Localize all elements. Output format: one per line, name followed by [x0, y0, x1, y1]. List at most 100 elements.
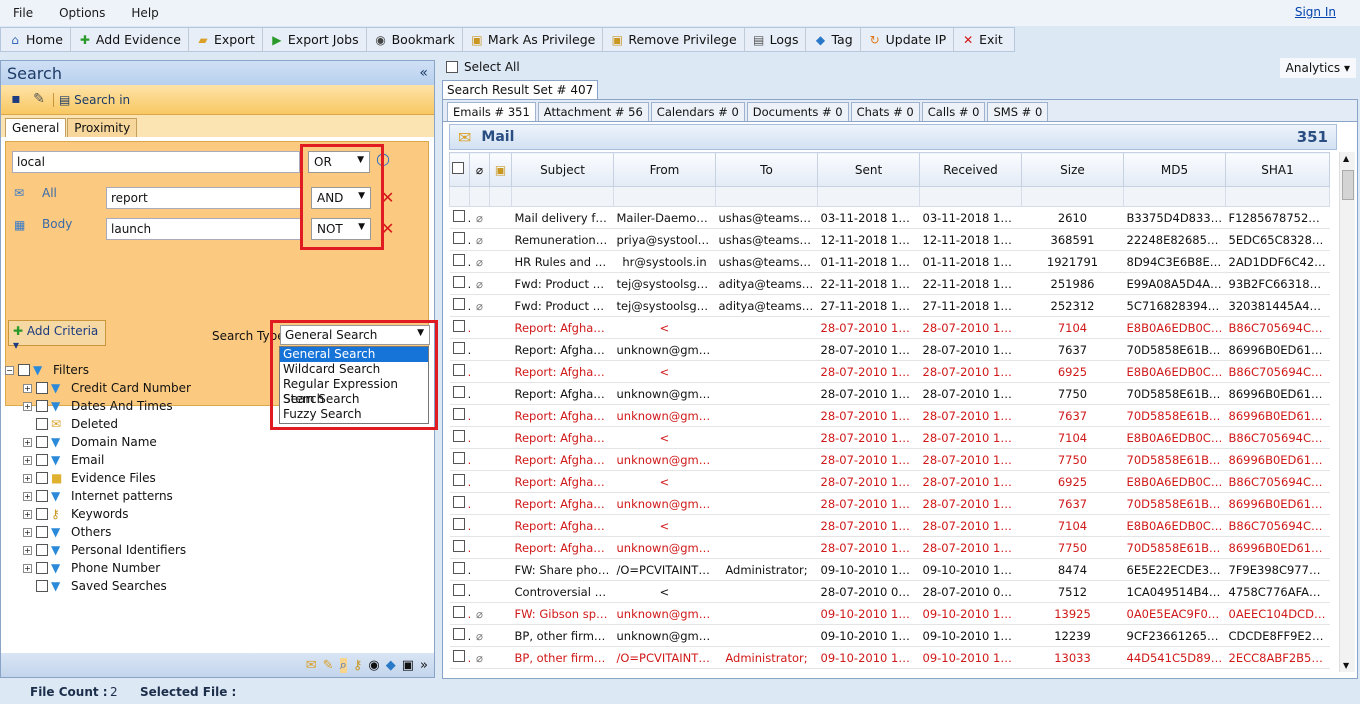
checkbox[interactable]	[452, 364, 465, 376]
table-row[interactable]: Controversial self...<28-07-2010 00:00:.…	[449, 580, 1330, 603]
expand-icon[interactable]: +	[23, 509, 32, 519]
checkbox[interactable]	[452, 518, 465, 530]
table-row[interactable]: ⌀ BP, other firms fa.../O=PCVITAINTER...A…	[449, 646, 1330, 669]
header-md5[interactable]: MD5	[1123, 152, 1226, 187]
header-size[interactable]: Size	[1021, 152, 1124, 187]
checkbox[interactable]	[452, 320, 465, 332]
search-icon[interactable]: ⌕	[339, 657, 347, 673]
checkbox[interactable]	[452, 162, 464, 174]
select-all-checkbox[interactable]	[446, 61, 458, 73]
checkbox[interactable]	[452, 606, 465, 618]
scroll-down-icon[interactable]: ▼	[1343, 661, 1349, 670]
checkbox[interactable]	[36, 562, 48, 574]
table-row[interactable]: Report: Afghan I... unknown@gmail... 28-07…	[449, 448, 1330, 471]
table-row[interactable]: ⌀ Fwd: Product Lau... tej@systoolsgrou... a…	[449, 272, 1330, 295]
add-evidence-button[interactable]: ✚ Add Evidence	[71, 28, 189, 51]
case-icon[interactable]: ▣	[402, 658, 414, 673]
collapse-icon[interactable]: −	[5, 365, 14, 375]
select-all[interactable]: Select All	[446, 60, 520, 74]
eraser-icon[interactable]: ✎	[30, 91, 48, 109]
menu-help[interactable]: Help	[118, 6, 171, 20]
tab-calls[interactable]: Calls # 0	[921, 102, 986, 121]
save-icon[interactable]: ▪	[7, 91, 25, 109]
header-received[interactable]: Received	[919, 152, 1022, 187]
tab-general[interactable]: General	[5, 118, 67, 137]
checkbox[interactable]	[36, 382, 48, 394]
checkbox[interactable]	[452, 342, 465, 354]
result-set-tab[interactable]: Search Result Set # 407	[442, 80, 599, 100]
search-in-button[interactable]: ▤ Search in	[53, 92, 130, 107]
checkbox[interactable]	[452, 650, 465, 662]
expand-icon[interactable]: +	[23, 527, 32, 537]
tab-emails[interactable]: Emails # 351	[447, 102, 536, 121]
checkbox[interactable]	[36, 526, 48, 538]
menu-options[interactable]: Options	[46, 6, 118, 20]
header-subject[interactable]: Subject	[511, 152, 614, 187]
tree-item-evidence-files[interactable]: + ■ Evidence Files	[23, 469, 449, 487]
query-input[interactable]: local	[12, 151, 300, 173]
table-row[interactable]: Report: Afghan I...<28-07-2010 16:09:...…	[449, 426, 1330, 449]
checkbox[interactable]	[452, 210, 465, 222]
tab-documents[interactable]: Documents # 0	[746, 102, 849, 121]
scroll-up-icon[interactable]: ▲	[1343, 154, 1349, 163]
tree-item-domain[interactable]: + ▼ Domain Name	[23, 433, 449, 451]
header-privilege[interactable]: ▣	[489, 152, 512, 187]
tree-item-email[interactable]: + ▼ Email	[23, 451, 449, 469]
header-to[interactable]: To	[715, 152, 818, 187]
checkbox[interactable]	[36, 580, 48, 592]
checkbox[interactable]	[452, 584, 465, 596]
tag-button[interactable]: ◆ Tag	[806, 28, 861, 51]
tree-item-keywords[interactable]: + ⚷ Keywords	[23, 505, 449, 523]
checkbox[interactable]	[452, 430, 465, 442]
checkbox[interactable]	[36, 508, 48, 520]
table-row[interactable]: Report: Afghan I...<28-07-2010 16:09:...…	[449, 360, 1330, 383]
collapse-button[interactable]: «	[419, 65, 428, 81]
checkbox[interactable]	[36, 400, 48, 412]
expand-icon[interactable]: +	[23, 473, 32, 483]
expand-icon[interactable]: +	[23, 545, 32, 555]
mark-privilege-button[interactable]: ▣ Mark As Privilege	[463, 28, 604, 51]
export-jobs-button[interactable]: ▶ Export Jobs	[263, 28, 367, 51]
table-row[interactable]: Report: Afghan I...<28-07-2010 16:09:...…	[449, 514, 1330, 537]
expand-icon[interactable]: +	[23, 401, 32, 411]
tree-item-personal[interactable]: + ▼ Personal Identifiers	[23, 541, 449, 559]
table-row[interactable]: Report: Afghan I... unknown@gmail... 28-07…	[449, 382, 1330, 405]
eye-icon[interactable]: ◉	[368, 658, 379, 673]
analytics-button[interactable]: Analytics ▾	[1279, 58, 1356, 78]
table-row[interactable]: Report: Afghan I... unknown@gmail... 28-07…	[449, 338, 1330, 361]
expand-icon[interactable]: +	[23, 455, 32, 465]
header-from[interactable]: From	[613, 152, 716, 187]
table-row[interactable]: ⌀ HR Rules and Re... hr@systools.in ushas@t…	[449, 250, 1330, 273]
expand-icon[interactable]: +	[23, 563, 32, 573]
table-row[interactable]: Report: Afghan I...<28-07-2010 16:09:...…	[449, 470, 1330, 493]
add-criteria-button[interactable]: ✚ Add Criteria ▾	[8, 320, 106, 352]
checkbox[interactable]	[452, 628, 465, 640]
exit-button[interactable]: ✕ Exit	[954, 28, 1010, 51]
tag-icon[interactable]: ◆	[386, 658, 396, 673]
table-row[interactable]: ⌀ FW: Gibson spea... unknown@gmail... 09-10…	[449, 602, 1330, 625]
menu-file[interactable]: File	[0, 6, 46, 20]
checkbox[interactable]	[36, 436, 48, 448]
expand-icon[interactable]: +	[23, 437, 32, 447]
checkbox[interactable]	[18, 364, 30, 376]
checkbox[interactable]	[452, 562, 465, 574]
header-checkbox[interactable]	[449, 152, 470, 187]
tab-chats[interactable]: Chats # 0	[850, 102, 920, 121]
checkbox[interactable]	[36, 472, 48, 484]
checkbox[interactable]	[36, 454, 48, 466]
table-row[interactable]: Report: Afghan I... unknown@gmail... 28-07…	[449, 404, 1330, 427]
export-button[interactable]: ▰ Export	[189, 28, 263, 51]
vertical-scrollbar[interactable]: ▲ ▼	[1339, 152, 1355, 672]
remove-privilege-button[interactable]: ▣ Remove Privilege	[603, 28, 745, 51]
header-sent[interactable]: Sent	[817, 152, 920, 187]
checkbox[interactable]	[452, 452, 465, 464]
table-row[interactable]: ⌀ Fwd: Product Lau... tej@systoolsgrou... a…	[449, 294, 1330, 317]
table-row[interactable]: ⌀ Mail delivery faile...Mailer-Daemon@...…	[449, 206, 1330, 229]
table-row[interactable]: ⌀ BP, other firms fa...unknown@gmail... 09…	[449, 624, 1330, 647]
home-button[interactable]: ⌂ Home	[1, 28, 71, 51]
mail-icon[interactable]: ✉	[306, 658, 317, 673]
tab-proximity[interactable]: Proximity	[67, 118, 138, 137]
checkbox[interactable]	[452, 408, 465, 420]
logs-button[interactable]: ▤ Logs	[745, 28, 807, 51]
checkbox[interactable]	[452, 496, 465, 508]
